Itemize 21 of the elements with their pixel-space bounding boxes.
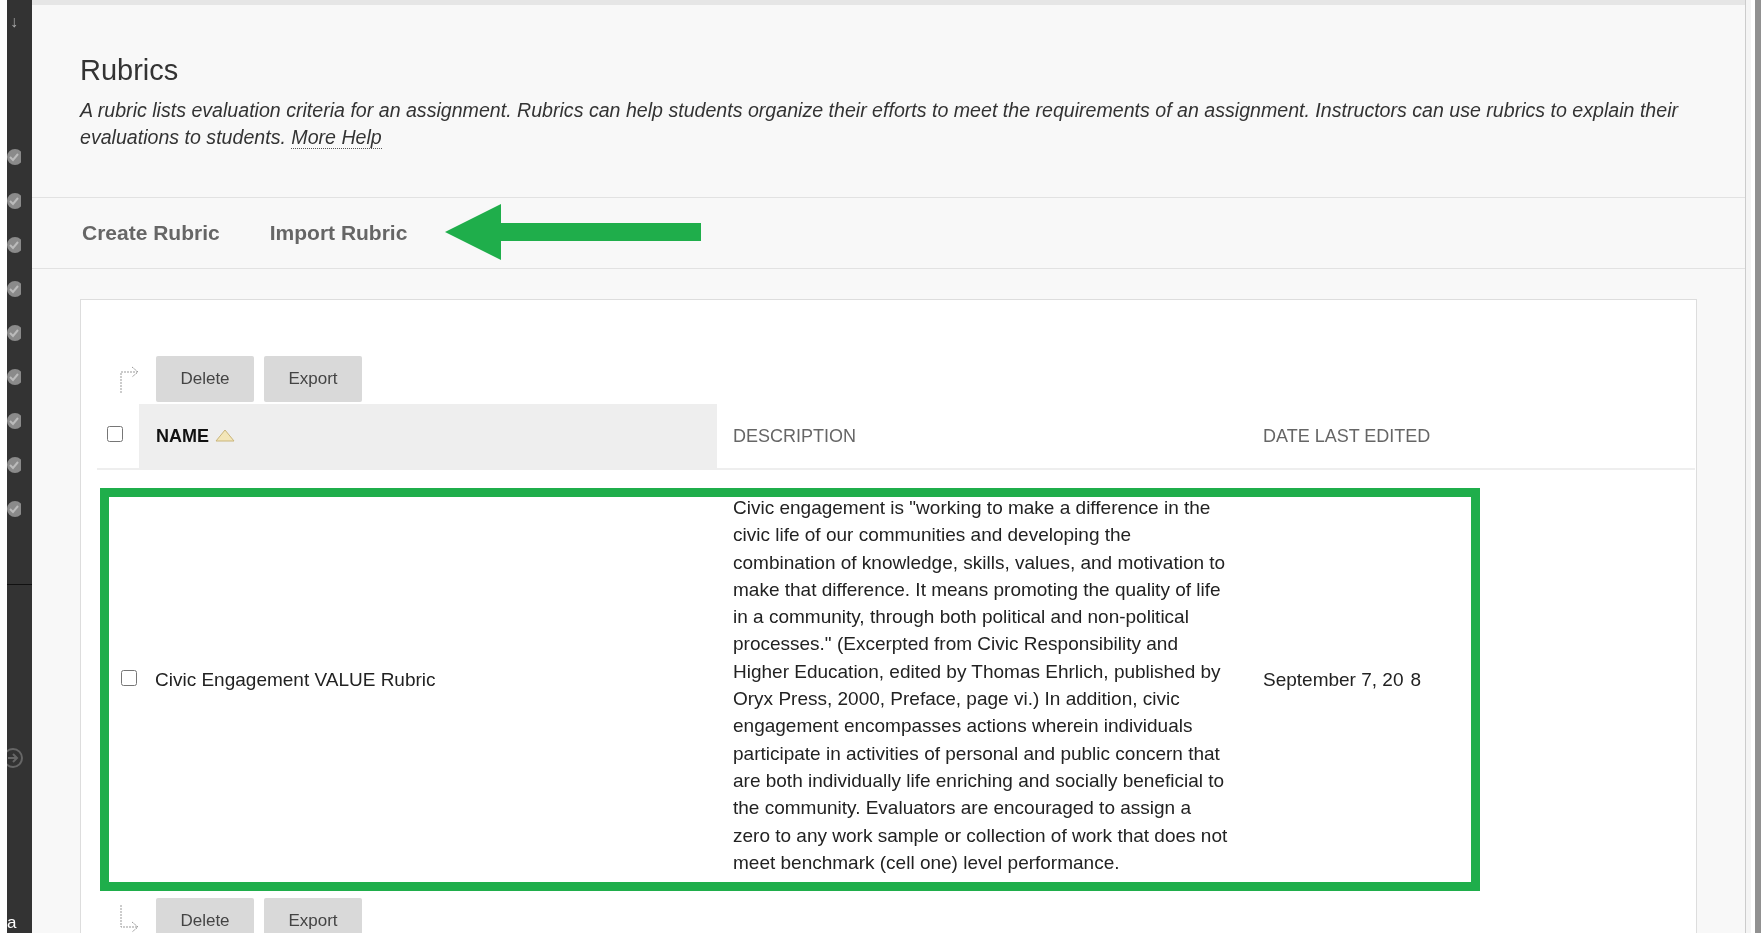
date-text: 8 (1410, 669, 1422, 691)
date-text: September 7, 20 (1263, 669, 1404, 691)
rubric-description: Civic engagement is "working to make a difference in the civic life of our communities and developing the combination of knowledge, skills, values, and motivation to make that difference. It means promoting the quality of life in a community, through both political and non-political processes." (Excerpted from Civic Responsibility and Higher Education, edited by Thomas Ehrlich, published by Oryx Press, 2000, Preface, page vi.) In addition, civic engagement encompasses actions wherein individuals participate in activities of personal and public concern that are both individually life enriching and socially beneficial to the community. Evaluators are encouraged to assign a zero to any work sample or collection of work that does not meet benchmark (cell one) level performance. (717, 469, 1247, 891)
delete-button[interactable]: Delete (156, 356, 254, 402)
delete-button[interactable]: Delete (156, 898, 254, 933)
action-bar-link[interactable]: Create Rubric (72, 215, 230, 251)
row-checkbox[interactable] (121, 670, 137, 687)
column-header[interactable]: NAME (139, 404, 717, 469)
bracket-arrow-icon (120, 905, 140, 933)
column-header[interactable]: DESCRIPTION (717, 404, 1247, 469)
rubric-name: Civic Engagement VALUE Rubric (139, 469, 717, 891)
page-description: A rubric lists evaluation criteria for an assignment. Rubrics can help students organize their efforts to meet the requirements of an assignment. Instructors can use rubrics to explain their evaluations to students. More Help (80, 98, 1680, 151)
page-title: Rubrics (80, 54, 180, 87)
action-bar-link[interactable]: Import Rubric (259, 215, 418, 251)
down-arrow-glyph: ↓ (10, 14, 18, 30)
sidebar-text: a (7, 913, 17, 933)
export-button[interactable]: Export (264, 898, 362, 933)
select-all-checkbox[interactable] (107, 425, 123, 442)
column-header[interactable]: DATE LAST EDITED (1247, 404, 1695, 469)
export-button[interactable]: Export (264, 356, 362, 402)
more-help-link[interactable]: More Help (291, 126, 382, 149)
